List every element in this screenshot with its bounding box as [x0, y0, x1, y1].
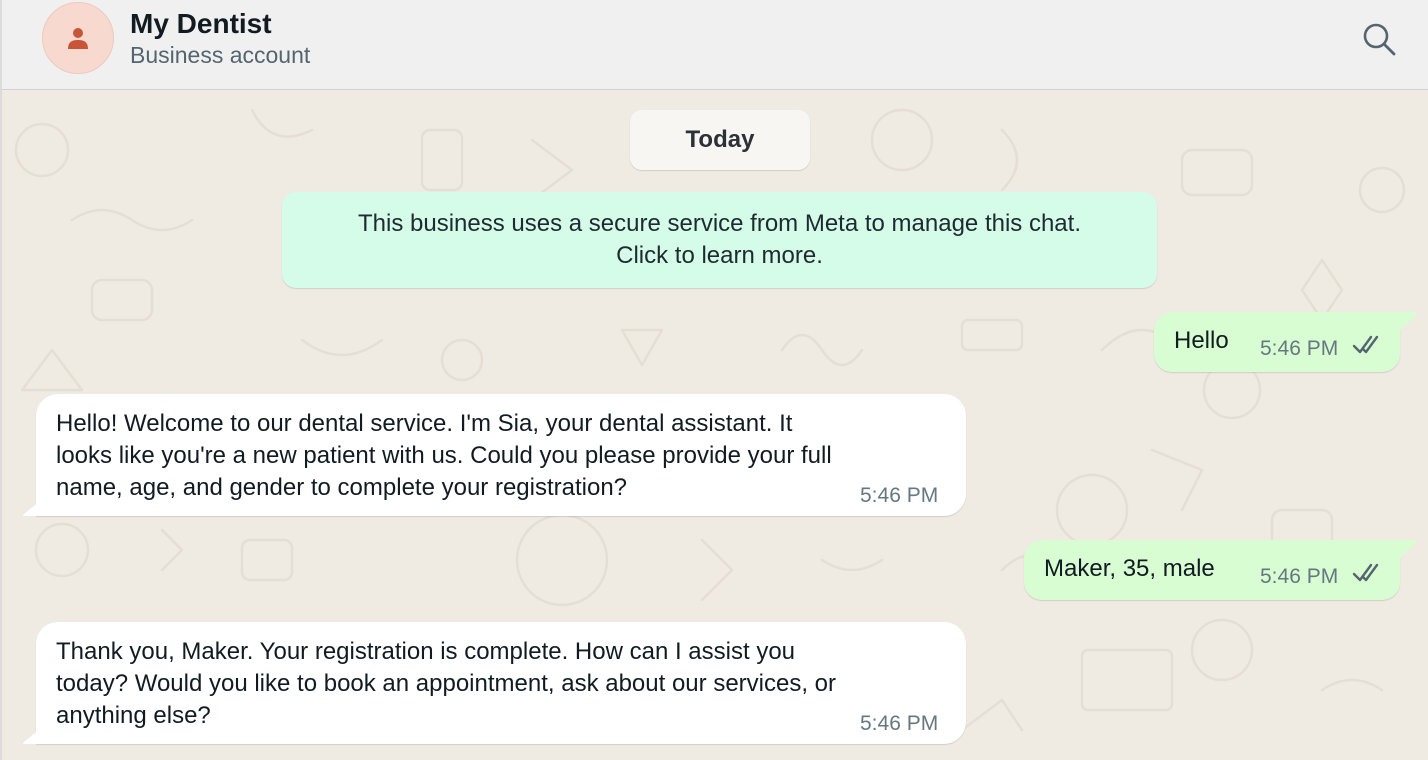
avatar[interactable] — [42, 2, 114, 74]
read-receipt-icon — [1352, 563, 1379, 582]
search-icon — [1363, 23, 1396, 56]
bubble-tail — [1398, 312, 1417, 332]
divider — [0, 0, 2, 90]
message-time: 5:46 PM — [1260, 337, 1339, 360]
chat-header[interactable]: My Dentist Business account — [0, 0, 1428, 90]
contact-subtitle: Business account — [130, 42, 311, 68]
message-text: Thank you, Maker. Your registration is c… — [56, 638, 837, 729]
message-time: 5:46 PM — [860, 484, 939, 507]
notice-text: This business uses a secure service from… — [358, 210, 1081, 269]
message-outgoing[interactable]: Hello 5:46 PM — [1154, 312, 1417, 372]
search-button[interactable] — [1356, 16, 1402, 62]
message-outgoing[interactable]: Maker, 35, male 5:46 PM — [1024, 540, 1417, 600]
encryption-notice[interactable]: This business uses a secure service from… — [282, 192, 1157, 288]
message-text: Maker, 35, male — [1044, 555, 1215, 582]
message-text: Hello! Welcome to our dental service. I'… — [56, 410, 832, 501]
message-time: 5:46 PM — [860, 712, 939, 735]
date-separator: Today — [630, 110, 810, 170]
message-incoming[interactable]: Hello! Welcome to our dental service. I'… — [23, 394, 966, 516]
bubble-tail — [1398, 540, 1417, 560]
bubble-tail — [23, 496, 46, 516]
message-time: 5:46 PM — [1260, 565, 1339, 588]
message-text: Hello — [1174, 327, 1229, 354]
person-icon — [68, 28, 88, 49]
read-receipt-icon — [1352, 335, 1379, 354]
message-incoming[interactable]: Thank you, Maker. Your registration is c… — [23, 622, 966, 744]
contact-name[interactable]: My Dentist — [130, 8, 272, 40]
chat-window: My Dentist Business account Today This b… — [0, 0, 1428, 760]
bubble-tail — [23, 724, 46, 744]
message-list[interactable]: Today This business uses a secure servic… — [0, 90, 1428, 760]
